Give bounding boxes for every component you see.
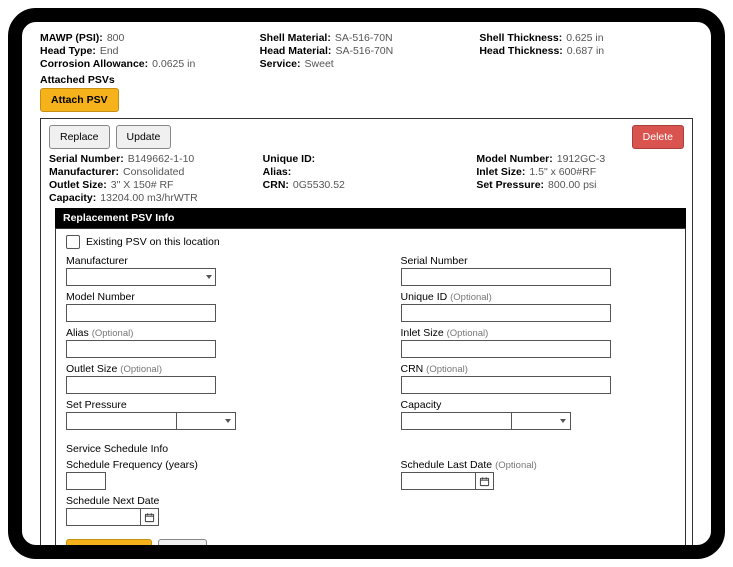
model-number-input[interactable] [66,304,216,322]
schedule-next-date-input[interactable] [66,508,141,526]
psv-unique-label: Unique ID: [263,153,316,165]
fld-freq-label: Schedule Frequency (years) [66,459,341,471]
fld-capacity-label: Capacity [401,399,676,411]
service-value: Sweet [305,58,334,70]
replace-button[interactable]: Replace [49,125,110,149]
existing-psv-checkbox[interactable] [66,235,80,249]
fld-inlet-label: Inlet Size [401,327,444,339]
psv-inlet-label: Inlet Size: [476,166,525,178]
fld-alias-optional: (Optional) [92,328,134,339]
manufacturer-select[interactable] [66,268,216,286]
psv-capacity-value: 13204.00 m3/hrWTR [100,192,197,204]
calendar-icon[interactable] [476,472,494,490]
fld-manufacturer-label: Manufacturer [66,255,341,267]
update-button[interactable]: Update [116,125,172,149]
fld-setpressure-label: Set Pressure [66,399,341,411]
existing-psv-label: Existing PSV on this location [86,236,220,248]
replace-psv-button[interactable]: Replace PSV [66,539,152,545]
serial-number-input[interactable] [401,268,611,286]
fld-next-label: Schedule Next Date [66,495,341,507]
psv-model-value: 1912GC-3 [557,153,605,165]
calendar-icon[interactable] [141,508,159,526]
set-pressure-input[interactable] [66,412,176,430]
psv-model-label: Model Number: [476,153,552,165]
psv-setp-value: 800.00 psi [548,179,596,191]
alias-input[interactable] [66,340,216,358]
head-thickness-label: Head Thickness: [479,45,562,57]
fld-model-label: Model Number [66,291,341,303]
attach-psv-button[interactable]: Attach PSV [40,88,119,112]
psv-serial-value: B149662-1-10 [128,153,195,165]
fld-outlet-optional: (Optional) [120,364,162,375]
schedule-frequency-input[interactable] [66,472,106,490]
fld-serial-label: Serial Number [401,255,676,267]
psv-crn-label: CRN: [263,179,289,191]
mawp-value: 800 [107,32,125,44]
close-button[interactable]: Close [158,539,207,545]
head-material-label: Head Material: [260,45,332,57]
psv-capacity-label: Capacity: [49,192,96,204]
shell-thickness-label: Shell Thickness: [479,32,562,44]
set-pressure-unit-select[interactable] [176,412,236,430]
corrosion-value: 0.0625 in [152,58,195,70]
schedule-last-date-input[interactable] [401,472,476,490]
fld-alias-label: Alias [66,327,89,339]
fld-unique-label: Unique ID [401,291,448,303]
outlet-size-input[interactable] [66,376,216,394]
crn-input[interactable] [401,376,611,394]
capacity-input[interactable] [401,412,511,430]
fld-last-label: Schedule Last Date [401,459,493,471]
psv-setp-label: Set Pressure: [476,179,544,191]
head-type-label: Head Type: [40,45,96,57]
fld-crn-optional: (Optional) [426,364,468,375]
replacement-header: Replacement PSV Info [55,208,686,228]
mawp-label: MAWP (PSI): [40,32,103,44]
tablet-frame: MAWP (PSI): 800 Shell Material: SA-516-70N… [8,8,725,559]
shell-material-label: Shell Material: [260,32,331,44]
psv-manufacturer-value: Consolidated [123,166,184,178]
unique-id-input[interactable] [401,304,611,322]
fld-outlet-label: Outlet Size [66,363,117,375]
service-label: Service: [260,58,301,70]
fld-unique-optional: (Optional) [450,292,492,303]
shell-material-value: SA-516-70N [335,32,393,44]
shell-thickness-value: 0.625 in [566,32,603,44]
head-thickness-value: 0.687 in [567,45,604,57]
capacity-unit-select[interactable] [511,412,571,430]
delete-button[interactable]: Delete [632,125,684,149]
psv-outlet-label: Outlet Size: [49,179,107,191]
fld-last-optional: (Optional) [495,460,537,471]
vessel-properties: MAWP (PSI): 800 Shell Material: SA-516-70N… [40,32,693,70]
psv-properties: Serial Number: B149662-1-10 Unique ID: Mo… [49,153,684,204]
head-type-value: End [100,45,119,57]
fld-inlet-optional: (Optional) [447,328,489,339]
replacement-form: Existing PSV on this location Manufactur… [55,228,686,545]
service-schedule-header: Service Schedule Info [66,443,675,455]
corrosion-label: Corrosion Allowance: [40,58,148,70]
head-material-value: SA-516-70N [335,45,393,57]
psv-inlet-value: 1.5" x 600#RF [529,166,596,178]
attached-psvs-header: Attached PSVs [40,74,693,86]
fld-crn-label: CRN [401,363,424,375]
psv-serial-label: Serial Number: [49,153,124,165]
psv-manufacturer-label: Manufacturer: [49,166,119,178]
psv-alias-label: Alias: [263,166,292,178]
psv-outlet-value: 3" X 150# RF [111,179,174,191]
psv-card: Replace Update Delete Serial Number: B149… [40,118,693,545]
app-screen: MAWP (PSI): 800 Shell Material: SA-516-70N… [22,22,711,545]
inlet-size-input[interactable] [401,340,611,358]
psv-crn-value: 0G5530.52 [293,179,345,191]
